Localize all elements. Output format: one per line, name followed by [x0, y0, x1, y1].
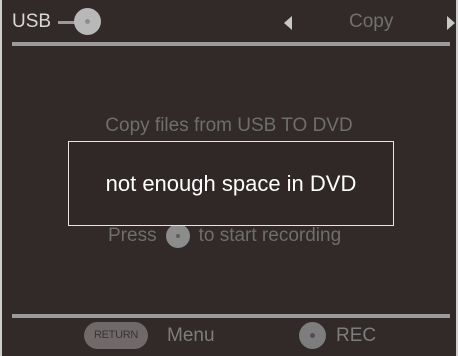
error-message: not enough space in DVD [105, 170, 357, 196]
arrow-right-icon[interactable] [447, 16, 455, 30]
dvd-copy-screen: USB Copy Copy files from USB TO DVD Pres… [0, 0, 458, 356]
top-divider [12, 42, 450, 46]
record-disc-icon [165, 224, 190, 248]
header-bar: USB Copy [2, 0, 456, 40]
error-dialog: not enough space in DVD [68, 141, 394, 226]
menu-label: Menu [167, 325, 215, 346]
rec-disc-icon[interactable] [299, 322, 326, 349]
record-hint: Press to start recording [108, 223, 341, 249]
record-hint-text: to start recording [198, 225, 342, 246]
mode-label: Copy [349, 11, 394, 32]
press-text: Press [108, 225, 157, 246]
instruction-text: Copy files from USB TO DVD [105, 115, 353, 136]
return-button[interactable]: RETURN [84, 322, 148, 349]
arrow-left-icon[interactable] [284, 16, 292, 30]
disc-icon [74, 8, 101, 35]
bottom-divider [12, 314, 450, 318]
rec-label: REC [336, 325, 377, 346]
source-label: USB [12, 11, 52, 32]
